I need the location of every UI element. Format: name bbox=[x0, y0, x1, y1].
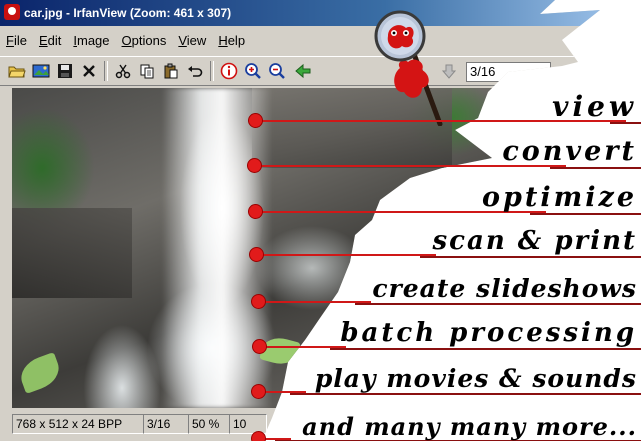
window-title: car.jpg - IrfanView (Zoom: 461 x 307) bbox=[24, 6, 232, 20]
feature-bullet-dot bbox=[252, 385, 265, 398]
open-icon[interactable] bbox=[6, 60, 28, 82]
feature-label: create slideshows bbox=[372, 274, 637, 303]
menu-help[interactable]: Help bbox=[212, 30, 251, 52]
feature-label: convert bbox=[502, 136, 637, 167]
previous-icon[interactable] bbox=[292, 60, 314, 82]
feature-underline bbox=[355, 303, 641, 305]
menu-view[interactable]: View bbox=[172, 30, 212, 52]
menu-image[interactable]: Image bbox=[67, 30, 115, 52]
feature-bullet-dot bbox=[249, 114, 262, 127]
feature-bullet-dot bbox=[253, 340, 266, 353]
feature-label: optimize bbox=[482, 182, 637, 213]
irfanview-promo: car.jpg - IrfanView (Zoom: 461 x 307) Fi… bbox=[0, 0, 641, 441]
irfanview-app-icon[interactable] bbox=[4, 4, 20, 20]
copy-icon[interactable] bbox=[136, 60, 158, 82]
feature-underline bbox=[290, 393, 641, 395]
feature-bullet-dot bbox=[252, 295, 265, 308]
status-zoom: 50 % bbox=[188, 414, 230, 434]
cut-icon[interactable] bbox=[112, 60, 134, 82]
feature-connector-line bbox=[256, 254, 436, 256]
feature-bullet-dot bbox=[250, 248, 263, 261]
page-indicator-field[interactable]: 3/16 bbox=[466, 62, 551, 82]
feature-label: batch processing bbox=[340, 318, 637, 348]
feature-label: scan & print bbox=[432, 226, 637, 256]
feature-underline bbox=[330, 348, 641, 350]
feature-underline bbox=[550, 167, 641, 169]
feature-underline bbox=[530, 213, 641, 215]
status-page: 3/16 bbox=[143, 414, 189, 434]
toolbar bbox=[0, 56, 600, 86]
feature-label: view bbox=[552, 90, 637, 123]
feature-bullet-dot bbox=[252, 432, 265, 441]
delete-icon[interactable] bbox=[78, 60, 100, 82]
menu-options[interactable]: Options bbox=[116, 30, 173, 52]
zoom-out-icon[interactable] bbox=[266, 60, 288, 82]
toolbar-separator bbox=[104, 61, 108, 81]
irfanview-logo-icon bbox=[374, 10, 443, 126]
status-image-dimensions: 768 x 512 x 24 BPP bbox=[12, 414, 144, 434]
toolbar-separator bbox=[210, 61, 214, 81]
feature-bullet-dot bbox=[249, 205, 262, 218]
menu-file[interactable]: File bbox=[0, 30, 33, 52]
paste-icon[interactable] bbox=[160, 60, 182, 82]
feature-bullet-dot bbox=[248, 159, 261, 172]
photo-rock bbox=[12, 208, 132, 298]
slideshow-icon[interactable] bbox=[30, 60, 52, 82]
info-icon[interactable] bbox=[218, 60, 240, 82]
feature-label: and many many more... bbox=[302, 412, 637, 441]
save-icon[interactable] bbox=[54, 60, 76, 82]
title-bar: car.jpg - IrfanView (Zoom: 461 x 307) bbox=[0, 0, 600, 26]
undo-icon[interactable] bbox=[184, 60, 206, 82]
photo-leaf bbox=[16, 352, 64, 394]
menu-edit[interactable]: Edit bbox=[33, 30, 67, 52]
feature-label: play movies & sounds bbox=[314, 364, 637, 393]
menu-bar: File Edit Image Options View Help bbox=[0, 30, 600, 52]
status-extra: 10 bbox=[229, 414, 267, 434]
zoom-in-icon[interactable] bbox=[242, 60, 264, 82]
feature-underline bbox=[420, 256, 641, 258]
